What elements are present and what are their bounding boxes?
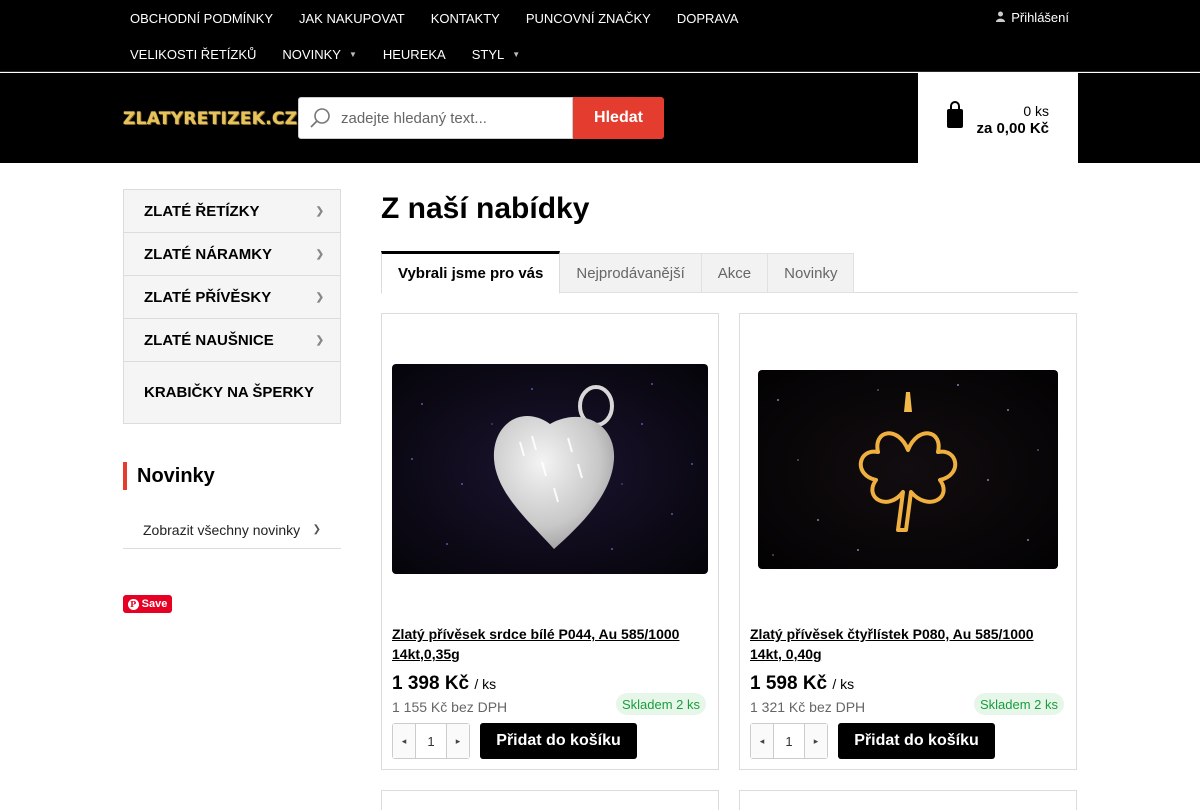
category-item-naramky[interactable]: ZLATÉ NÁRAMKY ❯ (124, 233, 340, 276)
site-logo[interactable]: ZLATYRETIZEK.CZ (123, 106, 297, 132)
nav-link-velikosti-retizku[interactable]: VELIKOSTI ŘETÍZKŮ (117, 47, 269, 62)
chevron-right-icon: ❯ (315, 205, 324, 217)
tab-akce[interactable]: Akce (701, 253, 769, 293)
product-tabs: Vybrali jsme pro vás Nejprodávanější Akc… (381, 251, 1078, 294)
category-label: KRABIČKY NA ŠPERKY (144, 383, 315, 401)
nav-link-doprava[interactable]: DOPRAVA (664, 11, 752, 26)
arrow-right-icon[interactable]: ▸ (447, 724, 469, 758)
stock-badge: Skladem 2 ks (973, 693, 1064, 715)
nav-link-obchodni-podminky[interactable]: OBCHODNÍ PODMÍNKY (117, 11, 286, 26)
product-price: 1 598 Kč / ks (750, 673, 854, 695)
shopping-bag-icon (946, 101, 964, 129)
product-card-next (739, 790, 1077, 810)
login-label: Přihlášení (1011, 10, 1069, 25)
price-unit: / ks (832, 676, 855, 692)
category-item-retizky[interactable]: ZLATÉ ŘETÍZKY ❯ (124, 190, 340, 233)
nav-link-jak-nakupovat[interactable]: JAK NAKUPOVAT (286, 11, 418, 26)
quantity-stepper: ◂ 1 ▸ (392, 723, 470, 759)
top-nav-row-2: VELIKOSTI ŘETÍZKŮ NOVINKY ▼ HEUREKA STYL ▼ (117, 36, 533, 72)
pinterest-save-label: Save (141, 598, 168, 610)
chevron-right-icon: ❯ (315, 291, 324, 303)
all-news-label: Zobrazit všechny novinky (143, 521, 301, 538)
product-price: 1 398 Kč / ks (392, 673, 496, 695)
search-button[interactable]: Hledat (573, 97, 664, 139)
price-without-vat: 1 155 Kč bez DPH (392, 699, 508, 715)
quantity-field[interactable]: 1 (773, 724, 805, 758)
search-box (298, 97, 573, 139)
quantity-stepper: ◂ 1 ▸ (750, 723, 828, 759)
nav-link-puncovni-znacky[interactable]: PUNCOVNÍ ZNAČKY (513, 11, 664, 26)
category-menu: ZLATÉ ŘETÍZKY ❯ ZLATÉ NÁRAMKY ❯ ZLATÉ PŘÍV… (123, 189, 341, 424)
tab-vybrali[interactable]: Vybrali jsme pro vás (381, 251, 561, 294)
pinterest-save-button[interactable]: P Save (123, 595, 172, 613)
price-unit: / ks (474, 676, 497, 692)
chevron-down-icon: ▼ (512, 49, 521, 59)
category-label: ZLATÉ PŘÍVĚSKY (144, 288, 272, 306)
nav-link-novinky-label: NOVINKY (282, 46, 341, 62)
nav-link-novinky[interactable]: NOVINKY ▼ (269, 47, 369, 62)
cart-count: 0 ks (1023, 103, 1049, 119)
product-image[interactable] (758, 370, 1058, 569)
category-item-krabicky[interactable]: KRABIČKY NA ŠPERKY (124, 362, 340, 423)
product-card: Zlatý přívěsek srdce bílé P044, Au 585/1… (381, 313, 719, 770)
nav-link-styl[interactable]: STYL ▼ (459, 47, 533, 62)
cart-widget[interactable]: 0 ks za 0,00 Kč (918, 73, 1078, 163)
chevron-right-icon: ❯ (315, 334, 324, 346)
chevron-down-icon: ▼ (348, 49, 357, 59)
stock-badge: Skladem 2 ks (615, 693, 706, 715)
product-name-link[interactable]: Zlatý přívěsek srdce bílé P044, Au 585/1… (392, 624, 708, 664)
pinterest-icon: P (127, 598, 139, 610)
arrow-left-icon[interactable]: ◂ (393, 724, 415, 758)
cart-total: za 0,00 Kč (976, 120, 1049, 137)
chevron-right-icon: ❯ (312, 524, 321, 535)
quantity-field[interactable]: 1 (415, 724, 447, 758)
product-name-link[interactable]: Zlatý přívěsek čtyřlístek P080, Au 585/1… (750, 624, 1066, 664)
search-input[interactable] (341, 109, 561, 127)
category-label: ZLATÉ ŘETÍZKY (144, 202, 260, 220)
tab-novinky[interactable]: Novinky (768, 253, 855, 293)
login-link[interactable]: Přihlášení (996, 10, 1069, 25)
price-value: 1 598 Kč (750, 673, 828, 694)
nav-link-heureka[interactable]: HEUREKA (370, 47, 459, 62)
nav-link-styl-label: STYL (471, 46, 505, 62)
top-navigation: OBCHODNÍ PODMÍNKY JAK NAKUPOVAT KONTAKTY… (0, 0, 1200, 72)
site-header: ZLATYRETIZEK.CZ Hledat 0 ks za 0,00 Kč (0, 73, 1200, 163)
category-label: ZLATÉ NAUŠNICE (144, 331, 274, 349)
top-nav-row-1: OBCHODNÍ PODMÍNKY JAK NAKUPOVAT KONTAKTY… (117, 0, 751, 36)
add-to-cart-button[interactable]: Přidat do košíku (480, 723, 637, 759)
tab-nejprodavanejsi[interactable]: Nejprodávanější (560, 253, 702, 293)
category-item-nausnice[interactable]: ZLATÉ NAUŠNICE ❯ (124, 319, 340, 362)
nav-link-kontakty[interactable]: KONTAKTY (418, 11, 513, 26)
all-news-link[interactable]: Zobrazit všechny novinky ❯ (123, 511, 341, 549)
product-card-next (381, 790, 719, 810)
chevron-right-icon: ❯ (315, 248, 324, 260)
news-section-title: Novinky (123, 462, 215, 490)
category-item-privesky[interactable]: ZLATÉ PŘÍVĚSKY ❯ (124, 276, 340, 319)
category-label: ZLATÉ NÁRAMKY (144, 245, 273, 263)
product-card: Zlatý přívěsek čtyřlístek P080, Au 585/1… (739, 313, 1077, 770)
product-image[interactable] (392, 364, 708, 574)
add-to-cart-button[interactable]: Přidat do košíku (838, 723, 995, 759)
price-without-vat: 1 321 Kč bez DPH (750, 699, 866, 715)
user-icon (996, 11, 1006, 25)
search-icon (299, 107, 341, 129)
arrow-left-icon[interactable]: ◂ (751, 724, 773, 758)
page-title: Z naší nabídky (381, 192, 590, 225)
price-value: 1 398 Kč (392, 673, 470, 694)
arrow-right-icon[interactable]: ▸ (805, 724, 827, 758)
